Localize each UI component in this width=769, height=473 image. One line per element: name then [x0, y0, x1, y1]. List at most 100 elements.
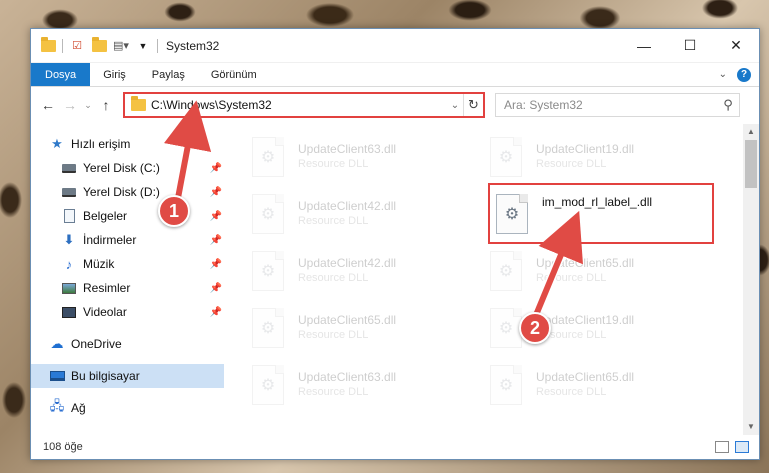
sidebar-item-music[interactable]: ♪ Müzik 📌 [31, 252, 224, 276]
pin-icon[interactable]: 📌 [210, 235, 222, 246]
tab-file[interactable]: Dosya [31, 63, 91, 86]
file-list: ⚙ UpdateClient63.dll Resource DLL ⚙ Upda… [224, 124, 759, 435]
file-item[interactable]: ⚙ UpdateClient65.dll Resource DLL [490, 242, 728, 299]
search-icon[interactable]: ⚲ [717, 97, 739, 113]
tab-home[interactable]: Giriş [90, 63, 139, 86]
main-area: ★ Hızlı erişim Yerel Disk (C:) 📌 Yerel D… [31, 124, 759, 435]
chevron-down-icon[interactable]: ⌄ [447, 100, 463, 111]
ribbon-tabs: Dosya Giriş Paylaş Görünüm ⌄ ? [31, 63, 759, 87]
sidebar-item-label: Bu bilgisayar [71, 369, 140, 383]
file-item[interactable]: ⚙ UpdateClient19.dll Resource DLL [490, 128, 728, 185]
up-button[interactable]: ↑ [95, 97, 117, 113]
sidebar-item-quick-access[interactable]: ★ Hızlı erişim [31, 132, 224, 156]
details-view-icon[interactable] [715, 441, 729, 453]
file-item[interactable]: ⚙ UpdateClient42.dll Resource DLL [252, 242, 490, 299]
customize-toolbar-icon[interactable]: ▤▾ [113, 38, 129, 54]
file-name: UpdateClient65.dll [536, 255, 635, 270]
dll-file-icon: ⚙ [252, 364, 284, 405]
chevron-down-icon[interactable]: ▼ [135, 38, 151, 54]
sidebar-item-downloads[interactable]: ⬇ İndirmeler 📌 [31, 228, 224, 252]
properties-icon[interactable]: ☑ [69, 38, 85, 54]
address-bar[interactable]: C:\Windows\System32 ⌄ ↻ [123, 92, 485, 118]
sidebar-item-label: Hızlı erişim [71, 137, 131, 151]
video-icon [61, 304, 77, 320]
tab-view[interactable]: Görünüm [198, 63, 270, 86]
address-row: ← → ⌄ ↑ C:\Windows\System32 ⌄ ↻ ⚲ [31, 87, 759, 123]
pin-icon[interactable]: 📌 [210, 283, 222, 294]
close-button[interactable]: ✕ [713, 29, 759, 62]
sidebar-item-local-disk-c[interactable]: Yerel Disk (C:) 📌 [31, 156, 224, 180]
pin-icon[interactable]: 📌 [210, 187, 222, 198]
search-box[interactable]: ⚲ [495, 93, 740, 117]
cloud-icon: ☁ [50, 336, 64, 351]
dll-file-icon: ⚙ [252, 193, 284, 234]
quick-access-toolbar: ☑ ▤▾ ▼ [31, 36, 158, 54]
tab-share[interactable]: Paylaş [139, 63, 198, 86]
sidebar-item-label: Belgeler [83, 209, 128, 223]
file-item[interactable]: ⚙ UpdateClient65.dll Resource DLL [490, 356, 728, 413]
sidebar-item-label: Resimler [83, 281, 131, 295]
sidebar-item-onedrive[interactable]: ☁ OneDrive [31, 332, 224, 356]
address-path[interactable]: C:\Windows\System32 [151, 98, 447, 112]
minimize-button[interactable]: — [621, 29, 667, 62]
large-icons-view-icon[interactable] [735, 441, 749, 453]
sidebar-item-pictures[interactable]: Resimler 📌 [31, 276, 224, 300]
expand-ribbon-icon[interactable]: ⌄ [719, 69, 727, 80]
back-button[interactable]: ← [37, 97, 59, 113]
sidebar-item-videos[interactable]: Videolar 📌 [31, 300, 224, 324]
pin-icon[interactable]: 📌 [210, 211, 222, 222]
file-grid: ⚙ UpdateClient63.dll Resource DLL ⚙ Upda… [252, 128, 759, 413]
target-dll-file[interactable]: ⚙ im_mod_rl_label_.dll [488, 183, 714, 244]
toolbar-divider [62, 38, 63, 53]
new-folder-icon[interactable] [91, 36, 107, 54]
navigation-pane: ★ Hızlı erişim Yerel Disk (C:) 📌 Yerel D… [31, 124, 224, 435]
download-icon: ⬇ [63, 232, 75, 247]
file-name: UpdateClient42.dll [298, 255, 397, 270]
file-type: Resource DLL [536, 157, 607, 170]
dll-file-icon: ⚙ [490, 364, 522, 405]
sidebar-item-label: Müzik [83, 257, 115, 271]
file-item[interactable]: ⚙ UpdateClient63.dll Resource DLL [252, 356, 490, 413]
item-count: 108 öğe [43, 441, 83, 453]
folder-icon [40, 36, 56, 54]
sidebar-item-network[interactable]: 🖧 Ağ [31, 396, 224, 420]
sidebar-item-documents[interactable]: Belgeler 📌 [31, 204, 224, 228]
sidebar-item-label: Ağ [71, 401, 86, 415]
recent-locations-icon[interactable]: ⌄ [81, 100, 95, 111]
vertical-scrollbar[interactable]: ▲ ▼ [743, 124, 759, 435]
file-type: Resource DLL [298, 214, 369, 227]
file-item[interactable]: ⚙ UpdateClient63.dll Resource DLL [252, 128, 490, 185]
maximize-button[interactable]: ☐ [667, 29, 713, 62]
music-icon: ♪ [65, 256, 73, 272]
window-controls: — ☐ ✕ [621, 29, 759, 62]
forward-button[interactable]: → [59, 97, 81, 113]
document-icon [61, 208, 77, 224]
refresh-icon[interactable]: ↻ [463, 94, 483, 116]
file-item[interactable]: ⚙ UpdateClient65.dll Resource DLL [252, 299, 490, 356]
file-type: Resource DLL [536, 271, 607, 284]
sidebar-item-this-pc[interactable]: Bu bilgisayar [31, 364, 224, 388]
dll-file-icon: ⚙ [252, 250, 284, 291]
dll-file-icon: ⚙ [252, 136, 284, 177]
step-1-callout: 1 [158, 195, 190, 227]
toolbar-divider [157, 38, 158, 53]
scroll-up-icon[interactable]: ▲ [743, 124, 759, 140]
file-explorer-window: ☑ ▤▾ ▼ System32 — ☐ ✕ Dosya Giriş Paylaş… [30, 28, 760, 460]
view-buttons [715, 441, 759, 453]
scroll-thumb[interactable] [745, 140, 757, 188]
file-name: im_mod_rl_label_.dll [542, 195, 653, 209]
pin-icon[interactable]: 📌 [210, 307, 222, 318]
scroll-down-icon[interactable]: ▼ [743, 419, 759, 435]
file-type: Resource DLL [298, 157, 369, 170]
pin-icon[interactable]: 📌 [210, 163, 222, 174]
help-icon[interactable]: ? [737, 67, 751, 82]
sidebar-item-local-disk-d[interactable]: Yerel Disk (D:) 📌 [31, 180, 224, 204]
title-bar: ☑ ▤▾ ▼ System32 — ☐ ✕ [31, 29, 759, 63]
pin-icon[interactable]: 📌 [210, 259, 222, 270]
file-item[interactable]: ⚙ UpdateClient42.dll Resource DLL [252, 185, 490, 242]
search-input[interactable] [504, 98, 717, 112]
dll-file-icon: ⚙ [490, 307, 522, 348]
